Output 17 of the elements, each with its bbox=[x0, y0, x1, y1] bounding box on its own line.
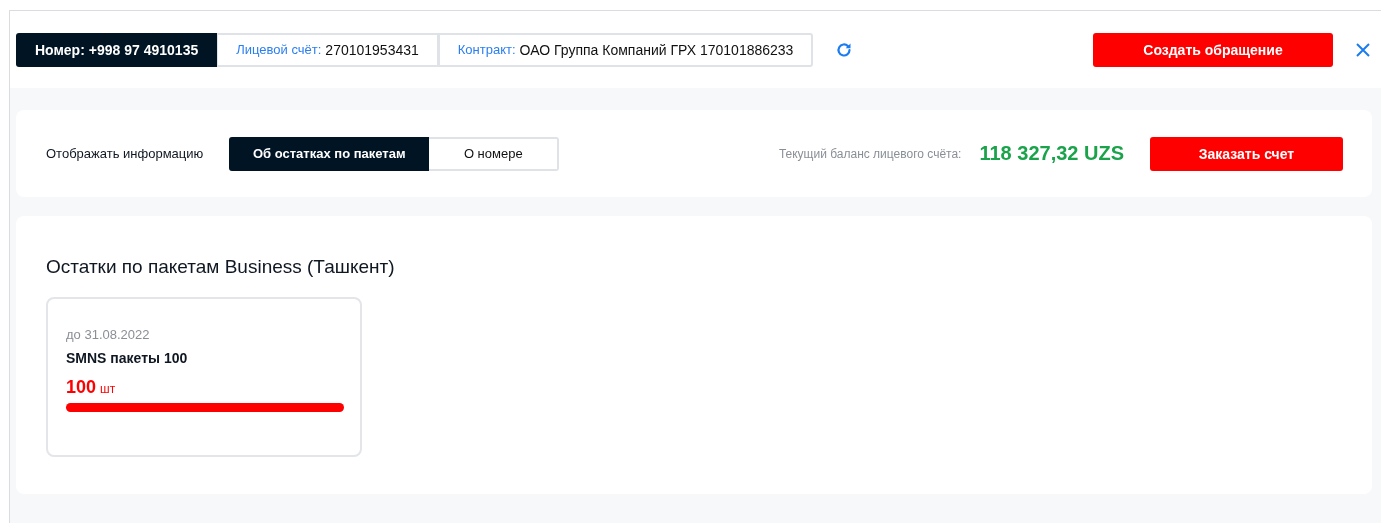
remaining-amount: 100 bbox=[66, 377, 97, 398]
validity-date: до 31.08.2022 bbox=[66, 327, 151, 342]
package-name: SMNS пакеты 100 bbox=[66, 350, 189, 366]
close-icon[interactable] bbox=[1355, 41, 1371, 58]
info-chip: Номер: +998 97 4910135 bbox=[16, 32, 218, 67]
balance-label: Текущий баланс лицевого счёта: bbox=[778, 146, 962, 161]
display-label: Отображать информацию bbox=[46, 146, 204, 161]
order-invoice-button[interactable]: Заказать счет bbox=[1150, 136, 1343, 171]
create-request-button[interactable]: Создать обращение bbox=[1093, 32, 1333, 67]
toggle-option[interactable]: О номере bbox=[429, 136, 560, 171]
section-title: Остатки по пакетам Business (Ташкент) bbox=[46, 256, 396, 278]
toggle-option[interactable]: Об остатках по пакетам bbox=[229, 136, 430, 171]
info-chip: Лицевой счёт: 270101953431 bbox=[217, 32, 439, 67]
unit-label: шт bbox=[100, 382, 116, 396]
refresh-icon[interactable] bbox=[835, 40, 854, 59]
balance-value: 118 327,32 UZS bbox=[979, 142, 1124, 165]
info-chip: Контракт: ОАО Группа Компаний ГРХ 170101886233 bbox=[438, 32, 814, 67]
